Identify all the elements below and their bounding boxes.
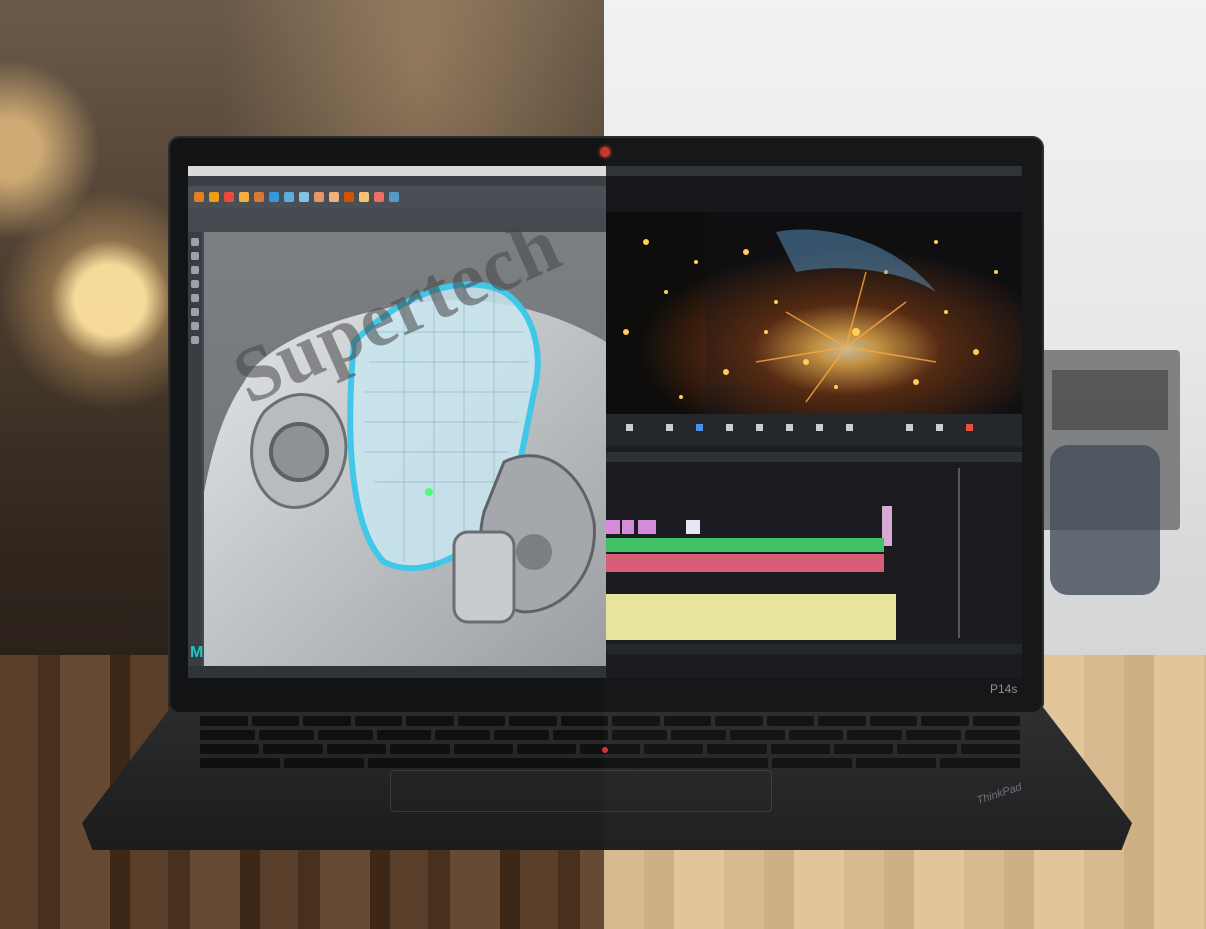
maya-logo-icon: M bbox=[190, 644, 204, 661]
extrude-icon bbox=[314, 192, 324, 202]
scale-icon bbox=[299, 192, 309, 202]
move-icon bbox=[269, 192, 279, 202]
right-half-tint bbox=[604, 0, 1206, 929]
cone-icon bbox=[239, 192, 249, 202]
cut-icon bbox=[374, 192, 384, 202]
app-titlebar bbox=[188, 166, 606, 176]
snap-icon bbox=[389, 192, 399, 202]
plane-icon bbox=[254, 192, 264, 202]
bridge-icon bbox=[359, 192, 369, 202]
product-photo: ThinkPad M P14s Supertech bbox=[0, 0, 1206, 929]
app-status-bar bbox=[188, 666, 606, 678]
cylinder-icon bbox=[224, 192, 234, 202]
cube-icon bbox=[209, 192, 219, 202]
sphere-icon bbox=[194, 192, 204, 202]
bevel-icon bbox=[329, 192, 339, 202]
app-menubar bbox=[188, 176, 606, 186]
rotate-icon bbox=[284, 192, 294, 202]
toolbox bbox=[188, 232, 202, 672]
shelf-icons bbox=[194, 192, 399, 202]
merge-icon bbox=[344, 192, 354, 202]
